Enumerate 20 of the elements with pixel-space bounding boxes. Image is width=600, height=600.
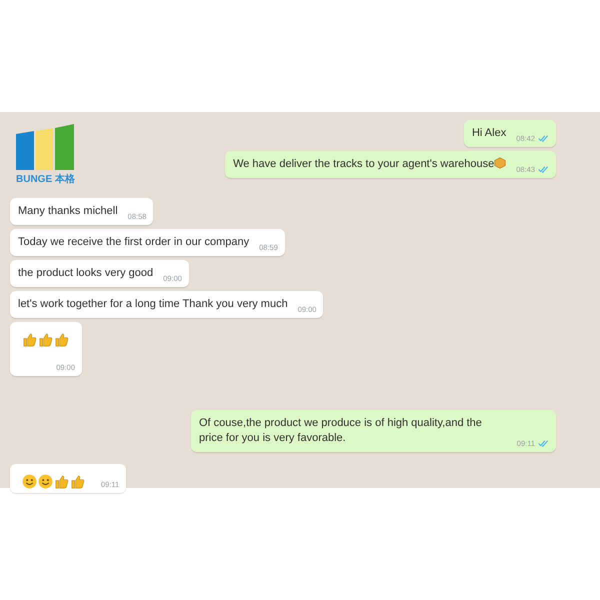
logo-icon <box>16 124 74 170</box>
thumbs-up-icon <box>54 474 69 489</box>
double-check-icon <box>538 135 549 142</box>
thumbs-up-icon <box>54 332 69 347</box>
message-text: Hi Alex <box>472 126 506 141</box>
double-check-icon <box>538 440 549 447</box>
message-text: Of couse,the product we produce is of high quality,and the price for you is very favorable. <box>199 416 483 446</box>
thumbs-up-icon <box>22 332 37 347</box>
smiley-icon <box>22 474 37 489</box>
package-icon <box>494 157 506 169</box>
thumbs-up-icon <box>70 474 85 489</box>
message-text: the product looks very good <box>18 266 154 281</box>
message-text: We have deliver the tracks to your agent's warehouse <box>233 157 506 174</box>
smiley-icon <box>38 474 53 489</box>
double-check-icon <box>538 166 549 173</box>
thumbs-up-icon <box>38 332 53 347</box>
message-text: Today we receive the first order in our company <box>18 235 250 250</box>
logo-text: BUNGE 本格 <box>16 172 75 186</box>
message-text: Many thanks michell <box>18 204 118 219</box>
message-text: let's work together for a long time Thank you very much <box>18 297 288 312</box>
